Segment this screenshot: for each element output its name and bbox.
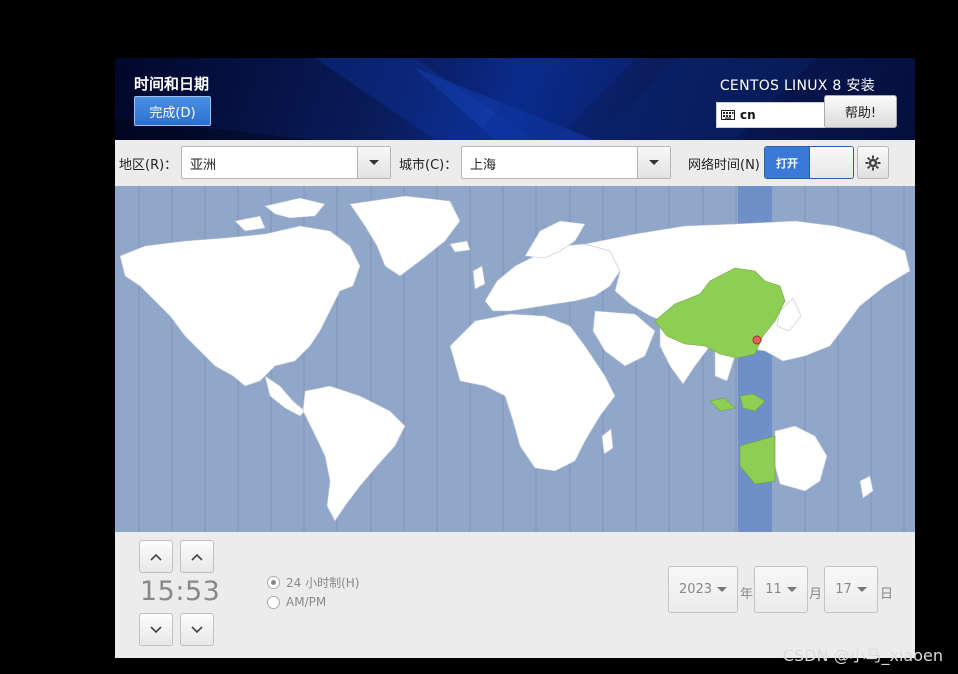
keyboard-layout-label: cn xyxy=(740,108,756,122)
chevron-down-icon xyxy=(150,625,162,633)
gear-icon xyxy=(865,155,881,170)
toggle-knob[interactable] xyxy=(809,147,853,178)
product-title: CENTOS LINUX 8 安装 xyxy=(719,78,875,94)
done-button[interactable]: 完成(D) xyxy=(134,96,211,126)
keyboard-icon xyxy=(721,110,735,120)
ntp-toggle-on-label: 打开 xyxy=(765,147,809,178)
spoke-header: 时间和日期 完成(D) CENTOS LINUX 8 安装 cn 帮助! xyxy=(115,58,915,140)
hour-down-button[interactable] xyxy=(139,613,173,646)
installer-window: 时间和日期 完成(D) CENTOS LINUX 8 安装 cn 帮助! 地区(… xyxy=(115,58,915,658)
year-unit: 年 xyxy=(740,587,754,602)
ntp-label: 网络时间(N) xyxy=(688,158,760,173)
year-combo[interactable]: 2023 xyxy=(668,566,738,613)
chevron-down-icon xyxy=(786,587,797,592)
chevron-down-icon[interactable] xyxy=(637,147,670,178)
ntp-settings-button[interactable] xyxy=(857,146,889,179)
spoke-title: 时间和日期 xyxy=(134,75,210,93)
chevron-down-icon xyxy=(856,587,867,592)
minute-down-button[interactable] xyxy=(180,613,214,646)
chevron-down-icon xyxy=(191,625,203,633)
time-date-panel: 15:53 24 小时制(H) AM/PM 2023 年 11 月 17 日 xyxy=(115,532,915,658)
help-button[interactable]: 帮助! xyxy=(824,95,897,128)
time-display: 15:53 xyxy=(140,576,221,607)
timezone-toolbar: 地区(R)： 亚洲 城市(C)： 上海 网络时间(N) 打开 xyxy=(115,140,915,186)
month-combo[interactable]: 11 xyxy=(754,566,808,613)
region-label: 地区(R)： xyxy=(119,158,178,173)
chevron-up-icon xyxy=(191,553,203,561)
timezone-map[interactable] xyxy=(115,186,915,532)
year-value: 2023 xyxy=(678,582,713,597)
format-ampm-label: AM/PM xyxy=(286,595,327,609)
format-ampm-radio[interactable]: AM/PM xyxy=(267,595,326,609)
world-map[interactable] xyxy=(115,186,915,532)
format-24h-label: 24 小时制(H) xyxy=(286,576,360,590)
format-24h-radio[interactable]: 24 小时制(H) xyxy=(267,574,359,591)
city-marker[interactable] xyxy=(752,335,762,345)
chevron-down-icon xyxy=(717,587,728,592)
day-combo[interactable]: 17 xyxy=(824,566,878,613)
day-unit: 日 xyxy=(880,587,894,602)
minute-up-button[interactable] xyxy=(180,540,214,573)
radio-selected-icon xyxy=(267,576,280,589)
city-combo[interactable]: 上海 xyxy=(461,146,671,179)
region-value: 亚洲 xyxy=(190,158,217,173)
day-value: 17 xyxy=(835,582,852,597)
chevron-down-icon[interactable] xyxy=(357,147,390,178)
month-unit: 月 xyxy=(809,587,823,602)
city-label: 城市(C)： xyxy=(399,158,458,173)
month-value: 11 xyxy=(765,582,782,597)
hour-up-button[interactable] xyxy=(139,540,173,573)
chevron-up-icon xyxy=(150,553,162,561)
radio-unselected-icon xyxy=(267,595,280,609)
city-value: 上海 xyxy=(470,158,497,173)
ntp-toggle[interactable]: 打开 xyxy=(764,146,854,179)
keyboard-layout-indicator[interactable]: cn xyxy=(716,102,826,128)
region-combo[interactable]: 亚洲 xyxy=(181,146,391,179)
watermark: CSDN @小马_xiaoen xyxy=(782,646,943,665)
